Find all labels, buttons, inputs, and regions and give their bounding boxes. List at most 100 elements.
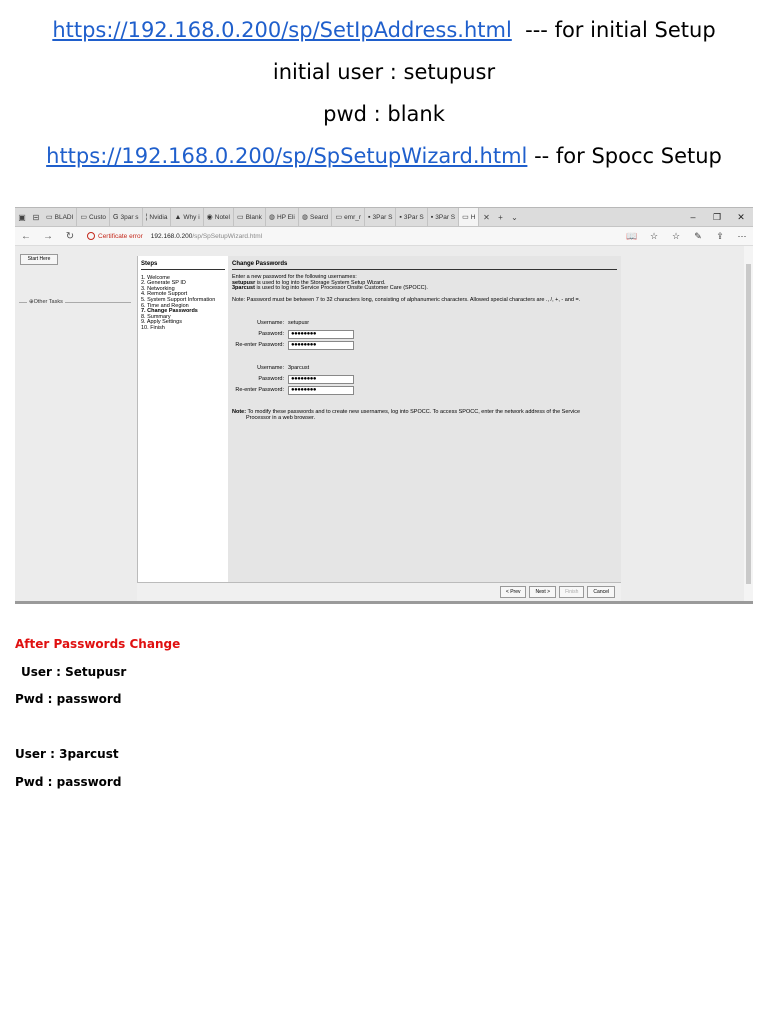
forward-icon[interactable]: → bbox=[37, 231, 59, 242]
browser-tab[interactable]: ▭ BLADI bbox=[43, 208, 78, 226]
browser-tab[interactable]: ▭ emr_r bbox=[332, 208, 366, 226]
password-rule-note: Note: Password must be between 7 to 32 c… bbox=[232, 297, 581, 304]
wizard-page: Start Here ⊕ Other Tasks Steps 1. Welcom… bbox=[15, 246, 753, 601]
browser-tab[interactable]: ◍ Searcl bbox=[299, 208, 333, 226]
back-icon[interactable]: ← bbox=[15, 231, 37, 242]
finish-button[interactable]: Finish bbox=[559, 586, 585, 598]
username-value: 3parcust bbox=[288, 364, 310, 371]
url-field[interactable]: 192.168.0.200/sp/SpSetupWizard.html bbox=[151, 233, 262, 240]
scrollbar-thumb[interactable] bbox=[746, 264, 751, 584]
password-label: Password: bbox=[258, 330, 284, 337]
doc-icon: ▭ bbox=[46, 214, 53, 221]
user2-line: User : 3parcust bbox=[15, 747, 119, 761]
pen-icon[interactable]: ✎ bbox=[687, 231, 709, 242]
warning-icon bbox=[87, 232, 95, 240]
tab-strip: ▭ BLADI ▭ Custo G 3par s ¦ Nvidia ▲ Why i ◉ Notel ▭ B… bbox=[43, 208, 480, 226]
pwd1-line: Pwd : password bbox=[15, 692, 122, 706]
favorites-list-icon[interactable]: ☆ bbox=[665, 231, 687, 242]
steps-list: 1. Welcome 2. Generate SP ID 3. Networking… bbox=[141, 275, 228, 332]
3par-icon: ▪ bbox=[368, 213, 371, 221]
doc-icon: ▭ bbox=[462, 214, 469, 221]
browser-tab[interactable]: ▪ 3Par S bbox=[396, 208, 428, 226]
reenter-password-field[interactable]: ●●●●●●●● bbox=[288, 385, 354, 395]
browser-tab[interactable]: ◉ Notel bbox=[204, 208, 234, 226]
username-label: Username: bbox=[257, 364, 284, 371]
browser-tab[interactable]: G 3par s bbox=[110, 208, 143, 226]
browser-tab[interactable]: ▪ 3Par S bbox=[365, 208, 397, 226]
browser-tab[interactable]: ▭ Custo bbox=[77, 208, 111, 226]
browser-tab[interactable]: ¦ Nvidia bbox=[143, 208, 172, 226]
tab-label: Why i bbox=[183, 213, 200, 221]
tab-label: 3Par S bbox=[435, 213, 456, 221]
initial-setup-label: --- for initial Setup bbox=[525, 18, 716, 42]
prev-button[interactable]: < Prev bbox=[499, 586, 527, 598]
set-ip-address-link[interactable]: https://192.168.0.200/sp/SetIpAddress.ht… bbox=[52, 18, 511, 42]
setup-url-line: https://192.168.0.200/sp/SetIpAddress.ht… bbox=[0, 17, 768, 43]
tab-label: Notel bbox=[214, 213, 230, 221]
favorite-star-icon[interactable]: ☆ bbox=[643, 231, 665, 242]
initial-pwd-line: pwd : blank bbox=[323, 102, 445, 126]
tab-label: 3Par S bbox=[403, 213, 424, 221]
tab-label: 3Par S bbox=[372, 213, 393, 221]
tab-label: Blank bbox=[245, 213, 262, 221]
minimize-icon[interactable]: – bbox=[681, 212, 705, 223]
nvidia-icon: ¦ bbox=[145, 213, 148, 221]
close-tab-icon[interactable]: ✕ bbox=[479, 208, 493, 226]
notes-icon: ◉ bbox=[206, 214, 213, 221]
browser-screenshot: ▣ ⊟ ▭ BLADI ▭ Custo G 3par s ¦ Nvidia ▲ Why i ◉ Not… bbox=[15, 207, 753, 604]
user1-line: User : Setupusr bbox=[21, 665, 127, 679]
share-icon[interactable]: ⇪ bbox=[709, 231, 731, 242]
pwd2-line: Pwd : password bbox=[15, 775, 122, 789]
username-label: Username: bbox=[257, 319, 284, 326]
wizard-button-bar: < Prev Next > Finish Cancel bbox=[137, 582, 621, 601]
tab-list-chevron-icon[interactable]: ⌄ bbox=[507, 208, 521, 226]
tab-label: H bbox=[470, 213, 476, 221]
initial-user-line: initial user : setupusr bbox=[272, 60, 496, 84]
browser-tab[interactable]: ▲ Why i bbox=[171, 208, 204, 226]
reenter-password-field[interactable]: ●●●●●●●● bbox=[288, 340, 354, 350]
address-bar-tools: 📖 ☆ ☆ ✎ ⇪ ⋯ bbox=[621, 231, 753, 242]
tab-label: emr_r bbox=[344, 213, 362, 221]
reenter-password-label: Re-enter Password: bbox=[235, 341, 284, 348]
tab-label: Nvidia bbox=[149, 213, 168, 221]
doc-icon: ▭ bbox=[335, 214, 343, 221]
wizard-step: 10. Finish bbox=[141, 324, 165, 331]
tab-label: 3par s bbox=[120, 213, 139, 221]
steps-title: Steps bbox=[141, 261, 225, 270]
restore-icon[interactable]: ❐ bbox=[705, 212, 729, 223]
why-icon: ▲ bbox=[174, 213, 182, 221]
browser-tab[interactable]: ▪ 3Par S bbox=[428, 208, 460, 226]
reading-view-icon[interactable]: 📖 bbox=[621, 231, 643, 242]
password-field[interactable]: ●●●●●●●● bbox=[288, 374, 354, 384]
window-controls: – ❐ ✕ bbox=[681, 212, 753, 223]
setup-wizard-link[interactable]: https://192.168.0.200/sp/SpSetupWizard.h… bbox=[46, 144, 527, 168]
address-bar: ← → ↻ Certificate error 192.168.0.200/sp… bbox=[15, 227, 753, 246]
password-field[interactable]: ●●●●●●●● bbox=[288, 329, 354, 339]
start-here-button[interactable]: Start Here bbox=[20, 254, 58, 265]
certificate-error-indicator[interactable]: Certificate error bbox=[87, 232, 143, 240]
refresh-icon[interactable]: ↻ bbox=[59, 231, 81, 242]
next-button[interactable]: Next > bbox=[529, 586, 557, 598]
browser-tab-bar: ▣ ⊟ ▭ BLADI ▭ Custo G 3par s ¦ Nvidia ▲ Why i ◉ Not… bbox=[15, 208, 753, 227]
tab-label: BLADI bbox=[54, 213, 74, 221]
reenter-password-label: Re-enter Password: bbox=[235, 386, 284, 393]
set-tabs-aside-icon[interactable]: ▣ bbox=[15, 208, 29, 226]
more-icon[interactable]: ⋯ bbox=[731, 231, 753, 242]
cancel-button[interactable]: Cancel bbox=[587, 586, 615, 598]
tab-label: Custo bbox=[89, 213, 107, 221]
other-tasks-toggle[interactable]: ⊕ Other Tasks bbox=[19, 299, 131, 305]
tab-preview-icon[interactable]: ⊟ bbox=[29, 208, 43, 226]
page-title: Change Passwords bbox=[232, 261, 617, 270]
setupusr-credentials: Username: setupusr Password: ●●●●●●●● Re-e… bbox=[232, 318, 617, 351]
intro-text: Enter a new password for the following u… bbox=[232, 273, 428, 292]
close-window-icon[interactable]: ✕ bbox=[729, 212, 753, 223]
password-label: Password: bbox=[258, 375, 284, 382]
doc-icon: ▭ bbox=[236, 214, 244, 221]
new-tab-icon[interactable]: + bbox=[493, 208, 507, 226]
browser-tab[interactable]: ◍ HP Eli bbox=[266, 208, 299, 226]
vertical-scrollbar[interactable] bbox=[744, 246, 753, 601]
browser-tab[interactable]: ▭ Blank bbox=[234, 208, 266, 226]
google-icon: G bbox=[113, 213, 119, 221]
browser-tab[interactable]: ▭ H bbox=[459, 208, 480, 226]
after-password-change-heading: After Passwords Change bbox=[15, 637, 181, 651]
